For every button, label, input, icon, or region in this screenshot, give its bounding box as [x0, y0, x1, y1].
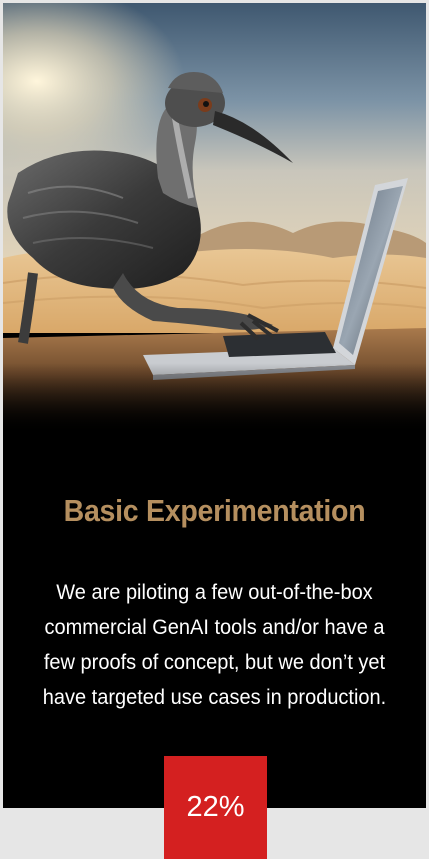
category-card: Basic Experimentation We are piloting a … [3, 3, 426, 808]
percentage-value: 22% [186, 791, 245, 823]
emu-laptop-illustration [3, 3, 426, 433]
hero-image [3, 3, 426, 433]
percentage-badge: 22% [164, 756, 267, 859]
card-description: We are piloting a few out-of-the-box com… [42, 580, 387, 709]
card-title: Basic Experimentation [63, 493, 366, 528]
